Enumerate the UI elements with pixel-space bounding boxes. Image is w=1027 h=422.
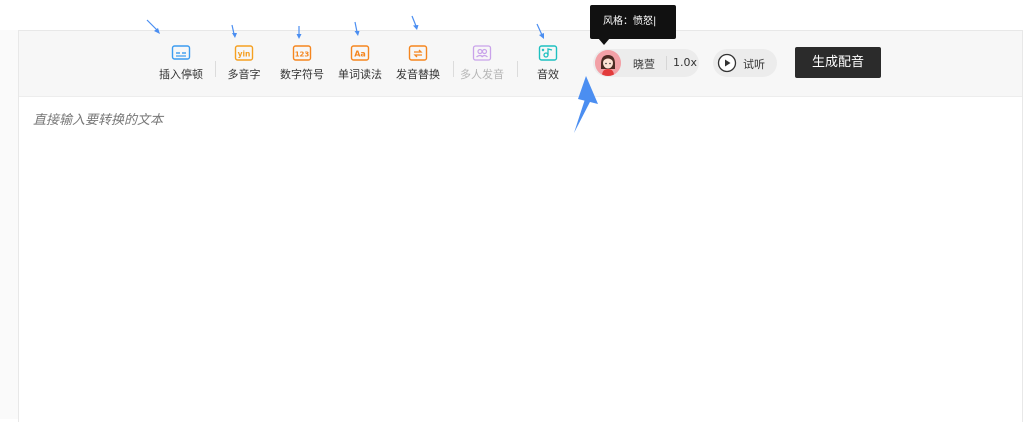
word-reading-button[interactable]: Aa 单词读法: [328, 44, 392, 82]
sound-effect-label: 音效: [537, 68, 559, 81]
number-symbol-label: 数字符号: [280, 68, 324, 81]
voice-speed[interactable]: 1.0x: [673, 56, 697, 69]
insert-pause-label: 插入停顿: [159, 68, 203, 81]
polyphone-label: 多音字: [227, 68, 261, 81]
svg-text:123: 123: [295, 51, 310, 59]
multi-speaker-icon: [472, 45, 492, 61]
polyphone-button[interactable]: yin 多音字: [212, 44, 276, 82]
window-background-left: [0, 0, 18, 419]
sound-effect-icon: [538, 45, 558, 61]
svg-text:yin: yin: [238, 50, 251, 59]
number-symbol-icon: 123: [292, 45, 312, 61]
pronunciation-replace-button[interactable]: 发音替换: [386, 44, 450, 82]
voice-selector[interactable]: 晓萱 1.0x: [593, 49, 699, 77]
number-symbol-button[interactable]: 123 数字符号: [270, 44, 334, 82]
multi-speaker-label: 多人发音: [460, 68, 504, 81]
text-input-placeholder[interactable]: 直接输入要转换的文本: [33, 109, 163, 128]
tts-editor-panel: 插入停顿 yin 多音字 123 数字符号 Aa 单词读法 发音替换 多人发音 …: [18, 30, 1023, 422]
svg-text:Aa: Aa: [354, 50, 366, 59]
insert-pause-button[interactable]: 插入停顿: [149, 44, 213, 82]
word-reading-icon: Aa: [350, 45, 370, 61]
voice-name: 晓萱: [633, 58, 655, 71]
pronunciation-replace-label: 发音替换: [396, 68, 440, 81]
pronunciation-replace-icon: [408, 45, 428, 61]
sound-effect-button[interactable]: 音效: [516, 44, 580, 82]
polyphone-icon: yin: [234, 45, 254, 61]
tooltip-caret: [598, 38, 610, 45]
play-icon: [717, 53, 737, 73]
word-reading-label: 单词读法: [338, 68, 382, 81]
window-background-top: [0, 0, 1027, 30]
style-tooltip: 风格：愤怒|: [590, 5, 676, 39]
voice-divider: [666, 56, 667, 70]
generate-dubbing-button[interactable]: 生成配音: [795, 47, 881, 78]
preview-button[interactable]: 试听: [713, 49, 777, 77]
multi-speaker-button[interactable]: 多人发音: [450, 44, 514, 82]
toolbar: 插入停顿 yin 多音字 123 数字符号 Aa 单词读法 发音替换 多人发音 …: [19, 31, 1022, 97]
preview-label: 试听: [743, 58, 765, 71]
insert-pause-icon: [171, 45, 191, 60]
female-avatar-icon: [595, 50, 621, 76]
